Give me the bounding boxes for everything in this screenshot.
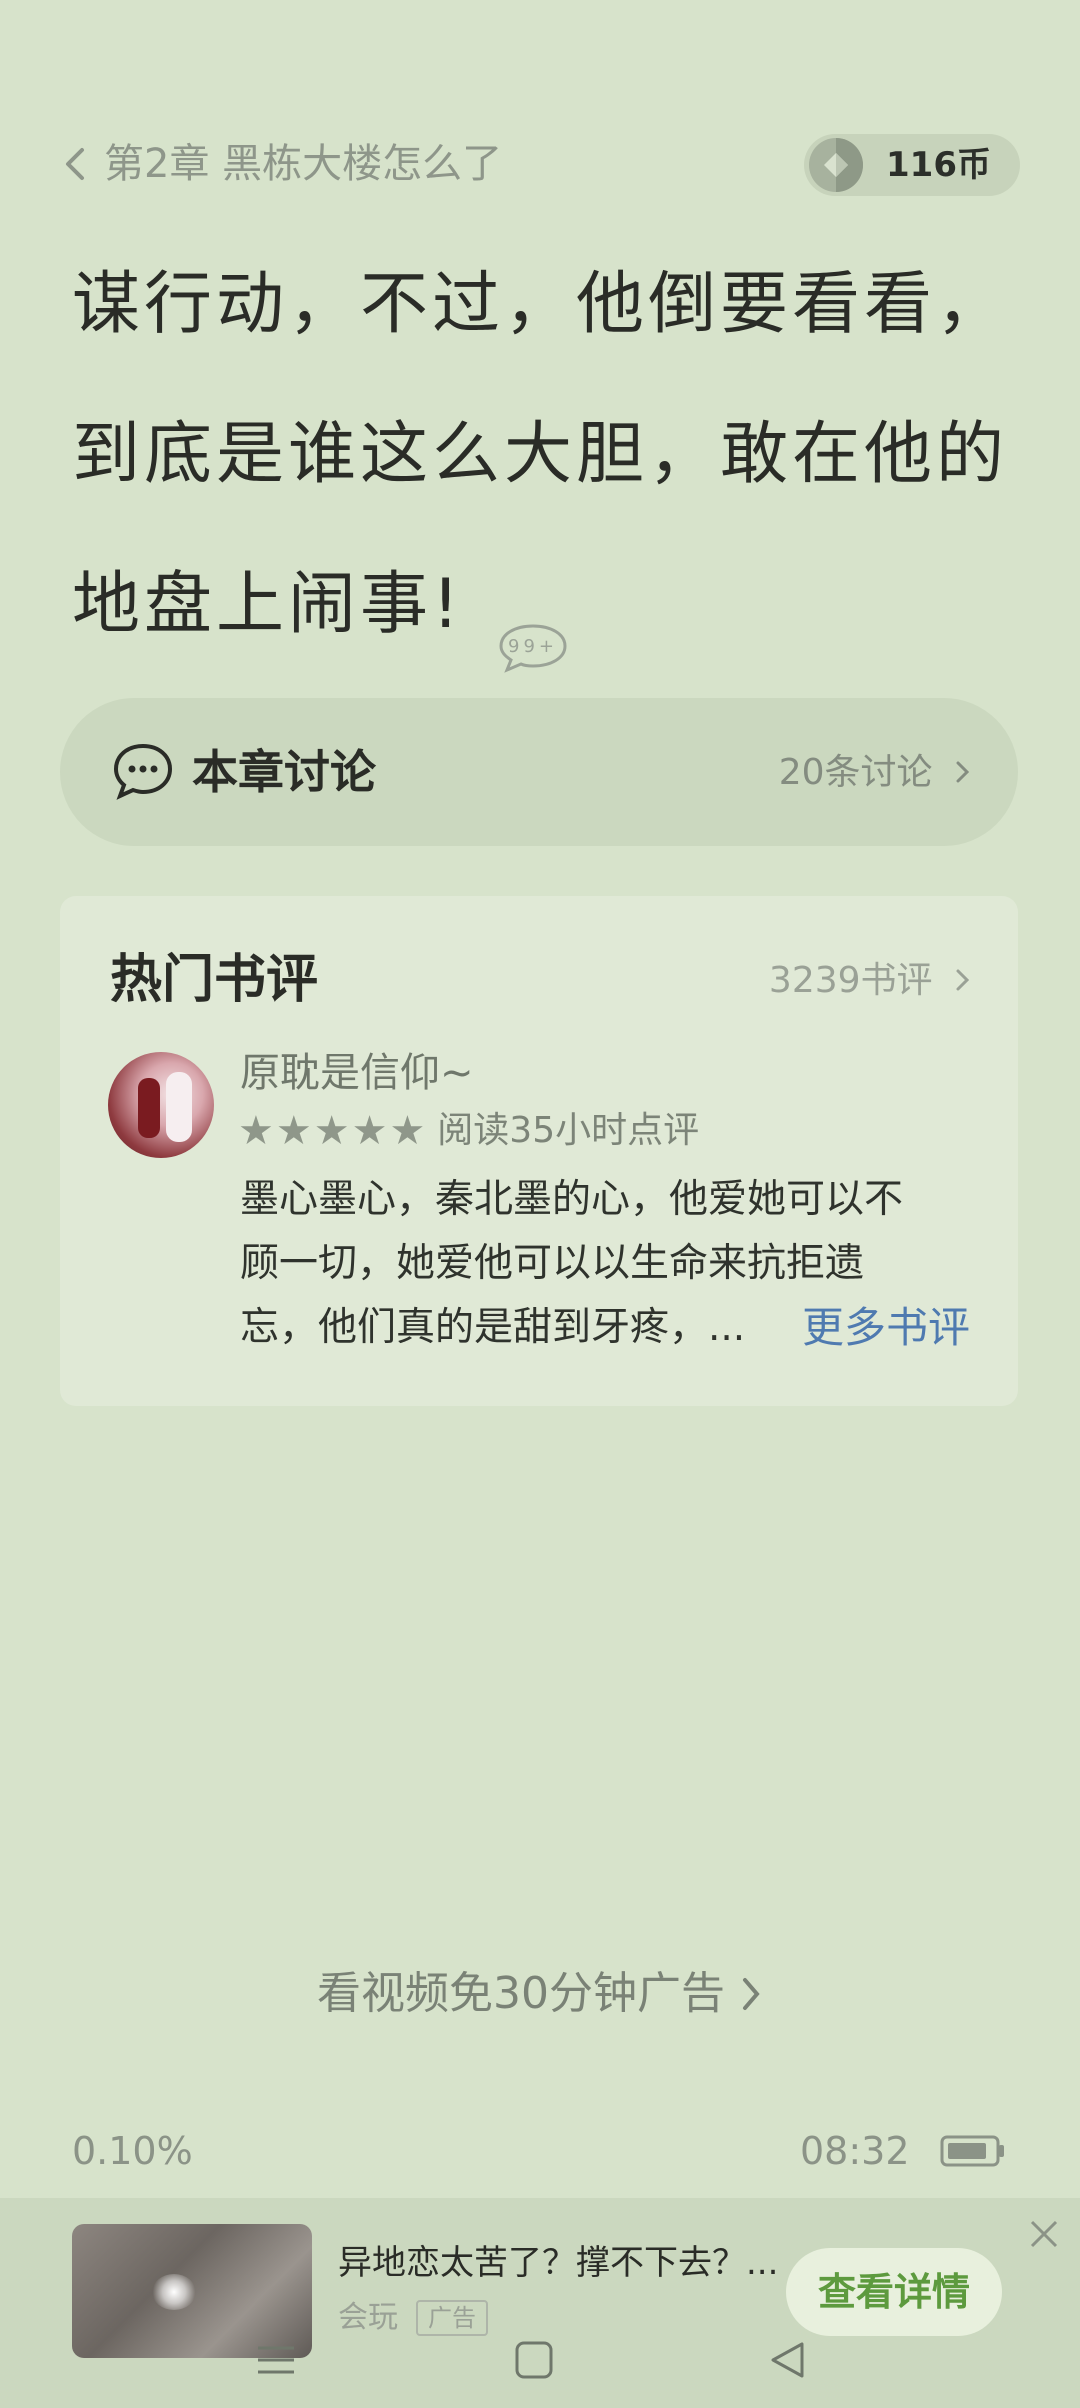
- discussion-count: 20条讨论: [779, 750, 974, 796]
- reader-page: 第2章 黑栋大楼怎么了 116币 谋行动，不过，他倒要看看， 到底是谁这么大胆，…: [0, 0, 1080, 2408]
- chat-icon: [113, 743, 173, 800]
- battery-icon: [940, 2135, 1004, 2167]
- ad-label-badge: 广告: [416, 2300, 488, 2336]
- coin-count: 116币: [886, 145, 991, 185]
- text-line-content: 地盘上闹事!: [72, 565, 464, 644]
- watch-video-ad-free-link[interactable]: 看视频免30分钟广告: [0, 1964, 1080, 2024]
- star-icon: ★: [238, 1108, 274, 1154]
- back-button[interactable]: [56, 142, 96, 186]
- more-reviews-link[interactable]: 更多书评: [802, 1296, 970, 1360]
- menu-icon[interactable]: [256, 2342, 296, 2378]
- chapter-text: 谋行动，不过，他倒要看看， 到底是谁这么大胆，敢在他的 地盘上闹事! 99+: [72, 230, 1032, 680]
- star-icon: ★: [313, 1108, 350, 1154]
- back-triangle-icon[interactable]: [768, 2340, 808, 2380]
- discussion-label: 本章讨论: [192, 745, 376, 799]
- coin-icon: [809, 138, 863, 192]
- reviews-count-link[interactable]: 3239书评: [769, 958, 974, 1004]
- star-icon: ★: [351, 1108, 388, 1154]
- star-icon: ★: [275, 1108, 312, 1154]
- chapter-title[interactable]: 第2章 黑栋大楼怎么了: [104, 138, 502, 190]
- avatar-figure-left: [138, 1078, 160, 1138]
- avatar[interactable]: [108, 1052, 214, 1158]
- chevron-right-icon: [743, 1978, 760, 2010]
- ad-thumbnail[interactable]: [72, 2224, 312, 2358]
- clock: 08:32: [800, 2129, 910, 2173]
- reviewer-name[interactable]: 原耽是信仰~: [240, 1048, 474, 1098]
- ad-thumbnail-highlight: [152, 2274, 196, 2310]
- review-meta: 阅读35小时点评: [437, 1110, 700, 1151]
- home-icon[interactable]: [514, 2340, 554, 2380]
- text-line: 到底是谁这么大胆，敢在他的: [72, 415, 1009, 494]
- ad-source: 会玩: [338, 2300, 398, 2335]
- chevron-right-icon: [956, 761, 970, 783]
- rating-stars: ★★★★★ 阅读35小时点评: [238, 1108, 699, 1154]
- text-line: 谋行动，不过，他倒要看看，: [72, 265, 1009, 344]
- close-icon[interactable]: [1028, 2218, 1060, 2250]
- hot-reviews-card: 热门书评 3239书评 原耽是信仰~ ★★★★★ 阅读35小时点评 墨心墨心，秦北…: [60, 896, 1018, 1406]
- review-line: 墨心墨心，秦北墨的心，他爱她可以不: [240, 1177, 904, 1222]
- text-line-last: 地盘上闹事! 99+: [72, 530, 1032, 680]
- star-icon: ★: [389, 1108, 426, 1154]
- hot-reviews-title: 热门书评: [110, 950, 319, 1010]
- chapter-discussion-bar[interactable]: 本章讨论 20条讨论: [60, 698, 1018, 846]
- reading-progress: 0.10%: [72, 2129, 193, 2173]
- ad-view-details-button[interactable]: 查看详情: [786, 2248, 1002, 2336]
- discussion-count-text: 20条讨论: [778, 752, 933, 793]
- avatar-figure-right: [166, 1072, 192, 1142]
- review-line: 顾一切，她爱他可以以生命来抗拒遗: [240, 1241, 865, 1286]
- ad-title[interactable]: 异地恋太苦了？撑不下去？...: [338, 2240, 778, 2286]
- chevron-left-icon: [66, 148, 84, 180]
- paragraph-comment-button[interactable]: 99+: [497, 577, 569, 674]
- chevron-right-icon: [956, 969, 970, 991]
- video-cta-text: 看视频免30分钟广告: [317, 1968, 725, 2019]
- comment-bubble-icon: 99+: [499, 624, 567, 674]
- reviews-count-text: 3239书评: [768, 960, 933, 1001]
- coin-balance[interactable]: 116币: [804, 134, 1020, 196]
- reader-header: 第2章 黑栋大楼怎么了 116币: [0, 128, 1080, 200]
- comment-badge-text: 99+: [508, 636, 558, 657]
